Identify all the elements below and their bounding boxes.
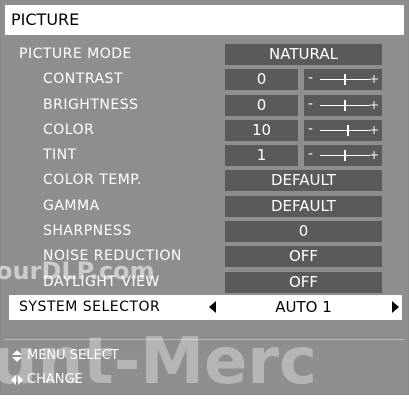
minus-sign: -	[308, 146, 314, 163]
menu-row-sharpness[interactable]: SHARPNESS 0	[13, 219, 403, 244]
minus-sign: -	[308, 120, 314, 137]
menu-row-value: 10	[225, 119, 298, 141]
menu-row-color[interactable]: COLOR 10- +	[13, 118, 403, 143]
menu-row-value: 0	[225, 94, 298, 116]
up-down-arrows-icon	[12, 350, 22, 362]
menu-row-value: DEFAULT	[225, 195, 382, 217]
menu-row-value: OFF	[225, 246, 382, 268]
slider-knob[interactable]	[344, 74, 346, 86]
slider-knob[interactable]	[344, 99, 346, 111]
left-arrow-icon[interactable]	[209, 300, 216, 313]
menu-row-value: 1	[225, 145, 298, 167]
menu-row-label: DAYLIGHT VIEW	[43, 273, 160, 290]
minus-sign: -	[308, 70, 314, 87]
menu-row-label: SYSTEM SELECTOR	[19, 298, 161, 315]
menu-row-brightness[interactable]: BRIGHTNESS 0- +	[13, 93, 403, 118]
minus-sign: -	[308, 95, 314, 112]
adjust-slider[interactable]: - +	[304, 94, 382, 116]
menu-row-value: 0	[225, 221, 382, 243]
menu-row-noise-reduction[interactable]: NOISE REDUCTION OFF	[13, 244, 403, 269]
menu-row-value: NATURAL	[225, 44, 382, 65]
menu-row-contrast[interactable]: CONTRAST 0- +	[13, 67, 403, 92]
menu-row-value: 0	[225, 69, 298, 91]
osd-menu-panel: PICTURE PICTURE MODE NATURAL CONTRAST 0- + BR…	[0, 0, 409, 395]
menu-row-label: COLOR	[43, 121, 95, 138]
menu-row-label: SHARPNESS	[43, 223, 132, 240]
menu-row-color-temp[interactable]: COLOR TEMP. DEFAULT	[13, 168, 403, 193]
menu-row-daylight-view[interactable]: DAYLIGHT VIEW OFF	[13, 270, 403, 295]
slider-track	[320, 129, 370, 131]
slider-knob[interactable]	[344, 150, 346, 162]
menu-row-label: TINT	[43, 147, 77, 164]
menu-row-value: AUTO 1	[225, 296, 382, 318]
legend-change: CHANGE	[27, 372, 83, 387]
left-right-arrows-icon	[11, 375, 23, 385]
adjust-slider[interactable]: - +	[304, 145, 382, 167]
menu-row-label: BRIGHTNESS	[43, 96, 139, 113]
menu-row-gamma[interactable]: GAMMA DEFAULT	[13, 194, 403, 219]
menu-title: PICTURE	[5, 5, 404, 35]
menu-row-value: OFF	[225, 271, 382, 293]
legend-menu-select: MENU SELECT	[27, 348, 119, 363]
menu-row-system-selector[interactable]: SYSTEM SELECTOR AUTO 1	[9, 294, 402, 321]
menu-row-picture-mode[interactable]: PICTURE MODE NATURAL	[13, 42, 403, 67]
right-arrow-icon[interactable]	[392, 300, 399, 313]
menu-row-label: NOISE REDUCTION	[43, 248, 182, 265]
menu-row-label: CONTRAST	[43, 71, 123, 88]
menu-row-label: PICTURE MODE	[19, 46, 132, 62]
plus-sign: +	[368, 97, 379, 112]
plus-sign: +	[368, 72, 379, 87]
menu-row-label: GAMMA	[43, 197, 100, 214]
menu-list: PICTURE MODE NATURAL CONTRAST 0- + BRIGHTNESS…	[9, 42, 403, 321]
plus-sign: +	[368, 148, 379, 163]
adjust-slider[interactable]: - +	[304, 69, 382, 91]
plus-sign: +	[368, 122, 379, 137]
adjust-slider[interactable]: - +	[304, 119, 382, 141]
menu-row-label: COLOR TEMP.	[43, 172, 142, 189]
divider	[5, 339, 404, 340]
menu-row-tint[interactable]: TINT 1- +	[13, 143, 403, 168]
slider-knob[interactable]	[346, 124, 349, 136]
menu-row-value: DEFAULT	[225, 170, 382, 192]
